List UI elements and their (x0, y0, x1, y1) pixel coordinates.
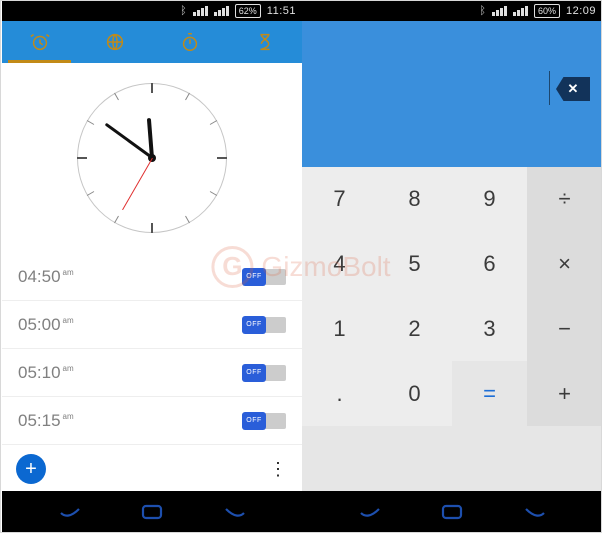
stopwatch-icon (179, 31, 201, 53)
globe-icon (104, 31, 126, 53)
alarm-toggle[interactable]: OFF (242, 269, 286, 285)
clock-tick (77, 157, 87, 159)
clock-tick (185, 216, 190, 223)
hourglass-icon (254, 31, 276, 53)
key-operator[interactable]: × (527, 232, 602, 297)
alarm-row[interactable]: 05:00am OFF (2, 301, 302, 349)
clock-actions: + ⋮ (2, 447, 302, 491)
calculator-app-screenshot: ᛒ 60% 12:09 ✕ 789÷ 456× 123−.0=+ (302, 1, 602, 532)
alarm-ampm: am (63, 412, 74, 421)
key-0[interactable]: 0 (377, 361, 452, 426)
key-operator[interactable]: ÷ (527, 167, 602, 232)
key-equals[interactable]: = (452, 361, 527, 426)
alarm-ampm: am (63, 364, 74, 373)
key-8[interactable]: 8 (377, 167, 452, 232)
bluetooth-icon: ᛒ (479, 5, 486, 17)
signal-icon (492, 6, 507, 16)
signal-icon (513, 6, 528, 16)
status-time: 12:09 (566, 5, 596, 17)
navigation-bar (2, 491, 302, 532)
signal-icon (214, 6, 229, 16)
clock-tick (210, 120, 217, 125)
display-cursor (549, 71, 550, 105)
clock-tabs (2, 21, 302, 63)
status-time: 11:51 (267, 5, 296, 17)
key-6[interactable]: 6 (452, 232, 527, 297)
clock-min-hand (104, 123, 153, 160)
add-alarm-button[interactable]: + (16, 454, 46, 484)
clock-tick (185, 93, 190, 100)
nav-recent-button[interactable] (522, 503, 548, 521)
bluetooth-icon: ᛒ (180, 5, 187, 17)
navigation-bar (302, 491, 602, 532)
nav-home-button[interactable] (437, 502, 467, 522)
alarm-ampm: am (63, 316, 74, 325)
alarm-ampm: am (63, 268, 74, 277)
analog-clock (2, 63, 302, 253)
alarm-time: 05:15am (18, 411, 74, 431)
clock-tick (210, 191, 217, 196)
alarm-toggle[interactable]: OFF (242, 317, 286, 333)
signal-icon (193, 6, 208, 16)
calculator-keypad: 789÷ 456× 123−.0=+ (302, 167, 602, 491)
nav-recent-button[interactable] (222, 503, 248, 521)
nav-back-button[interactable] (57, 503, 83, 521)
toggle-knob: OFF (242, 316, 266, 334)
key-4[interactable]: 4 (302, 232, 377, 297)
key-1[interactable]: 1 (302, 297, 377, 362)
alarm-row[interactable]: 05:15am OFF (2, 397, 302, 445)
alarm-list: 04:50am OFF 05:00am OFF 05:10am OFF 05:15am OFF (2, 253, 302, 447)
alarm-row[interactable]: 05:10am OFF (2, 349, 302, 397)
clock-tick (114, 93, 119, 100)
clock-sec-hand (122, 158, 153, 210)
key-3[interactable]: 3 (452, 297, 527, 362)
alarm-time: 05:10am (18, 363, 74, 383)
tab-stopwatch[interactable] (152, 21, 227, 63)
status-bar: ᛒ 62% 11:51 (2, 1, 302, 21)
status-bar: ᛒ 60% 12:09 (302, 1, 602, 21)
key-5[interactable]: 5 (377, 232, 452, 297)
alarm-icon (29, 31, 51, 53)
alarm-toggle[interactable]: OFF (242, 365, 286, 381)
clock-tick (151, 83, 153, 93)
clock-tick (217, 157, 227, 159)
key-9[interactable]: 9 (452, 167, 527, 232)
clock-tick (87, 191, 94, 196)
clock-app-screenshot: ᛒ 62% 11:51 04:50amOFF05:00 (2, 1, 302, 532)
nav-home-button[interactable] (137, 502, 167, 522)
alarm-toggle[interactable]: OFF (242, 413, 286, 429)
key-7[interactable]: 7 (302, 167, 377, 232)
toggle-knob: OFF (242, 364, 266, 382)
toggle-knob: OFF (242, 268, 266, 286)
alarm-row[interactable]: 04:50am OFF (2, 253, 302, 301)
key-.[interactable]: . (302, 361, 377, 426)
tab-timer[interactable] (227, 21, 302, 63)
clock-tick (114, 216, 119, 223)
battery-indicator: 60% (534, 4, 560, 18)
clock-tick (151, 223, 153, 233)
battery-indicator: 62% (235, 4, 261, 18)
key-operator[interactable]: + (527, 361, 602, 426)
clock-tick (87, 120, 94, 125)
alarm-time: 05:00am (18, 315, 74, 335)
key-operator[interactable]: − (527, 297, 602, 362)
tab-world-clock[interactable] (77, 21, 152, 63)
key-2[interactable]: 2 (377, 297, 452, 362)
overflow-menu-button[interactable]: ⋮ (269, 467, 288, 471)
tab-alarm[interactable] (2, 21, 77, 63)
delete-button[interactable]: ✕ (556, 77, 590, 101)
nav-back-button[interactable] (357, 503, 383, 521)
alarm-time: 04:50am (18, 267, 74, 287)
toggle-knob: OFF (242, 412, 266, 430)
calculator-display[interactable]: ✕ (302, 21, 602, 167)
